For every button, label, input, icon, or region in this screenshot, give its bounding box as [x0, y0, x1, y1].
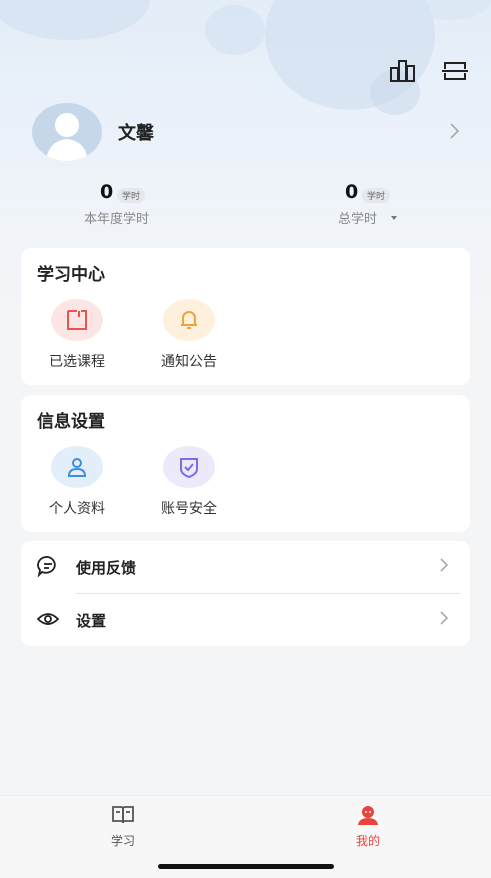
- account-security-label: 账号安全: [161, 501, 217, 517]
- selected-courses-label: 已选课程: [49, 354, 105, 370]
- tab-mine[interactable]: 我的: [328, 804, 408, 849]
- feedback-row[interactable]: 使用反馈: [21, 541, 470, 594]
- menu-list-card: 使用反馈 设置: [21, 541, 470, 646]
- personal-info-label: 个人资料: [49, 501, 105, 517]
- total-hours-unit: 学时: [362, 188, 391, 203]
- notices-label: 通知公告: [161, 354, 217, 370]
- tab-study-label: 学习: [110, 834, 135, 848]
- avatar[interactable]: [32, 103, 102, 161]
- home-indicator: [158, 864, 334, 869]
- total-hours-value: 0: [345, 181, 359, 203]
- chevron-right-icon: [439, 610, 449, 630]
- shield-icon: [163, 446, 215, 488]
- personal-info-button[interactable]: 个人资料: [32, 446, 122, 518]
- settings-label: 设置: [76, 612, 107, 630]
- settings-icon: [36, 608, 60, 634]
- scan-icon[interactable]: [440, 56, 470, 86]
- notices-button[interactable]: 通知公告: [144, 299, 234, 371]
- feedback-label: 使用反馈: [76, 559, 137, 577]
- chat-bubble-icon: [37, 555, 59, 581]
- stats-icon[interactable]: [388, 56, 418, 86]
- dropdown-caret-icon[interactable]: [391, 216, 397, 220]
- year-hours-unit: 学时: [117, 188, 146, 203]
- tab-study[interactable]: 学习: [83, 804, 163, 849]
- course-icon: [51, 299, 103, 341]
- year-hours-value: 0: [100, 181, 114, 203]
- user-icon: [328, 804, 408, 830]
- person-icon: [51, 446, 103, 488]
- profile-name[interactable]: 文馨: [118, 119, 154, 145]
- account-security-button[interactable]: 账号安全: [144, 446, 234, 518]
- settings-row[interactable]: 设置: [21, 594, 470, 646]
- info-settings-title: 信息设置: [37, 412, 105, 432]
- learning-center-card: 学习中心 已选课程 通知公告: [21, 248, 470, 385]
- book-icon: [83, 804, 163, 830]
- chevron-right-icon[interactable]: [448, 122, 460, 144]
- selected-courses-button[interactable]: 已选课程: [32, 299, 122, 371]
- chevron-right-icon: [439, 557, 449, 577]
- tab-mine-label: 我的: [355, 834, 380, 848]
- bell-icon: [163, 299, 215, 341]
- total-hours-label[interactable]: 总学时: [338, 208, 377, 227]
- learning-center-title: 学习中心: [37, 265, 105, 285]
- year-hours-label: 本年度学时: [84, 212, 150, 227]
- info-settings-card: 信息设置 个人资料 账号安全: [21, 395, 470, 532]
